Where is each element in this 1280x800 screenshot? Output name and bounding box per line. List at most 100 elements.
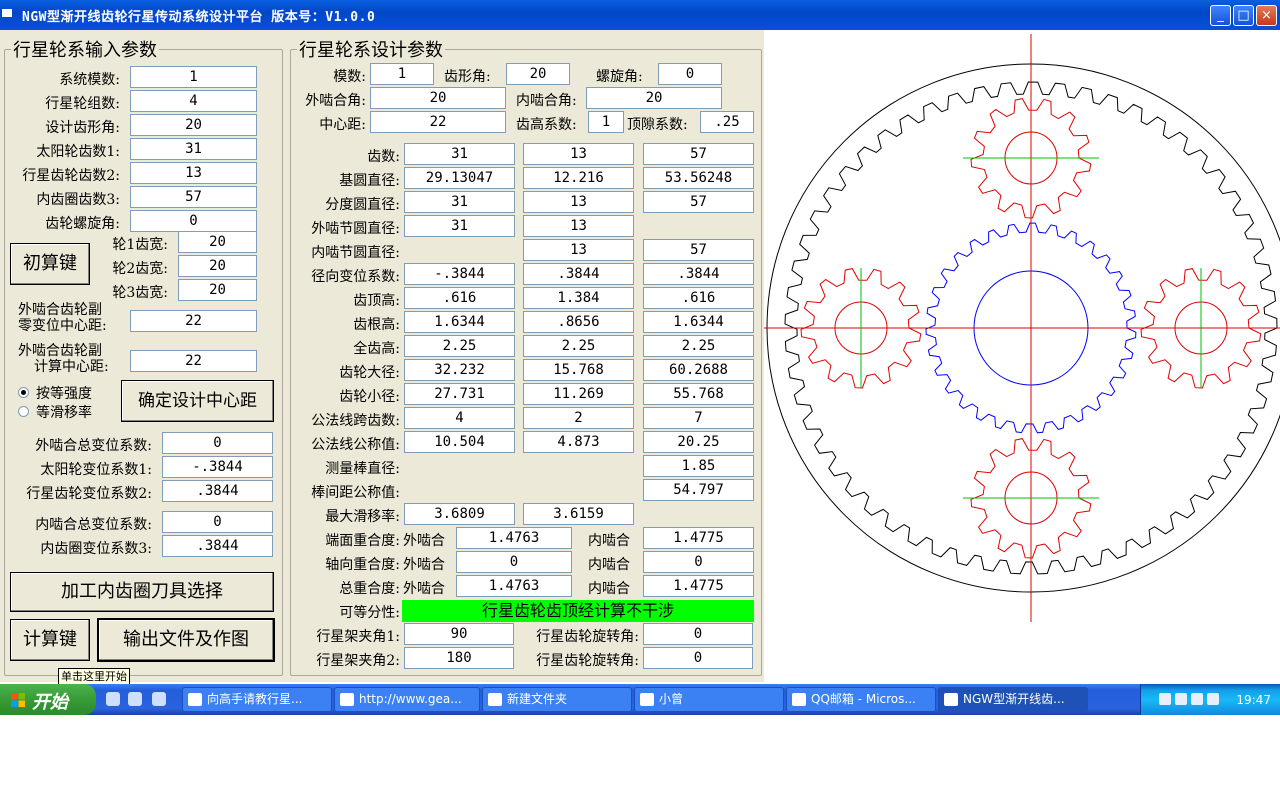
- input-field[interactable]: 13: [130, 162, 257, 184]
- shift-coef-field[interactable]: .3844: [162, 480, 273, 502]
- taskbar-item[interactable]: 新建文件夹: [482, 687, 632, 712]
- input-field[interactable]: 1: [130, 66, 257, 88]
- design-cell[interactable]: 3.6159: [523, 503, 634, 525]
- design-cell[interactable]: 12.216: [523, 167, 634, 189]
- input-field[interactable]: 4: [130, 90, 257, 112]
- design-cell[interactable]: 1.6344: [404, 311, 515, 333]
- taskbar-item[interactable]: 向高手请教行星...: [182, 687, 332, 712]
- design-cell[interactable]: 32.232: [404, 359, 515, 381]
- ext-mesh-angle-field[interactable]: 20: [370, 87, 506, 109]
- close-button[interactable]: ×: [1256, 5, 1277, 26]
- addendum-coef-field[interactable]: 1: [588, 111, 624, 133]
- input-field[interactable]: 57: [130, 186, 257, 208]
- overlap-ext-field[interactable]: 1.4763: [456, 575, 572, 597]
- design-cell[interactable]: 13: [523, 215, 634, 237]
- clearance-coef-field[interactable]: .25: [700, 111, 754, 133]
- confirm-center-button[interactable]: 确定设计中心距: [121, 380, 274, 422]
- design-cell[interactable]: .3844: [643, 263, 754, 285]
- input-field[interactable]: 0: [130, 210, 257, 232]
- design-cell[interactable]: 13: [523, 191, 634, 213]
- design-cell[interactable]: 13: [523, 239, 634, 261]
- planet-rotation2-field[interactable]: 0: [643, 647, 753, 669]
- design-cell[interactable]: .616: [404, 287, 515, 309]
- input-field[interactable]: 20: [130, 114, 257, 136]
- int-mesh-angle-field[interactable]: 20: [586, 87, 722, 109]
- design-cell[interactable]: 54.797: [643, 479, 754, 501]
- shift-coef-field[interactable]: -.3844: [162, 456, 273, 478]
- pressure-angle-field[interactable]: 20: [506, 63, 570, 85]
- inner-shift-field[interactable]: .3844: [162, 535, 273, 557]
- overlap-int-field[interactable]: 0: [643, 551, 754, 573]
- helix-angle-field[interactable]: 0: [658, 63, 722, 85]
- face-width-field[interactable]: 20: [178, 279, 257, 301]
- center-distance-field[interactable]: 22: [370, 111, 506, 133]
- design-cell[interactable]: 13: [523, 143, 634, 165]
- overlap-int-field[interactable]: 1.4775: [643, 527, 754, 549]
- design-cell[interactable]: .3844: [523, 263, 634, 285]
- design-cell[interactable]: 2.25: [404, 335, 515, 357]
- overlap-ext-field[interactable]: 0: [456, 551, 572, 573]
- design-cell[interactable]: .8656: [523, 311, 634, 333]
- design-cell[interactable]: 31: [404, 215, 515, 237]
- carrier-angle2-field[interactable]: 180: [404, 647, 514, 669]
- design-cell[interactable]: 7: [643, 407, 754, 429]
- minimize-button[interactable]: _: [1210, 5, 1231, 26]
- design-cell[interactable]: 55.768: [643, 383, 754, 405]
- radio-equal-strength[interactable]: [18, 387, 29, 398]
- design-cell[interactable]: 57: [643, 143, 754, 165]
- quicklaunch-icon-1[interactable]: [106, 692, 120, 706]
- calc-button[interactable]: 计算键: [10, 619, 90, 661]
- design-cell[interactable]: 2: [523, 407, 634, 429]
- radio-equal-slip[interactable]: [18, 406, 29, 417]
- design-cell[interactable]: .616: [643, 287, 754, 309]
- zero-center-field[interactable]: 22: [130, 310, 257, 332]
- design-cell[interactable]: 60.2688: [643, 359, 754, 381]
- design-cell[interactable]: 2.25: [643, 335, 754, 357]
- overlap-ext-field[interactable]: 1.4763: [456, 527, 572, 549]
- design-cell[interactable]: 53.56248: [643, 167, 754, 189]
- face-width-field[interactable]: 20: [178, 255, 257, 277]
- design-cell[interactable]: 2.25: [523, 335, 634, 357]
- design-cell[interactable]: 15.768: [523, 359, 634, 381]
- design-cell[interactable]: 11.269: [523, 383, 634, 405]
- input-field[interactable]: 31: [130, 138, 257, 160]
- taskbar-item[interactable]: 小曾: [634, 687, 784, 712]
- inner-shift-field[interactable]: 0: [162, 511, 273, 533]
- tray-network-icon[interactable]: [1207, 693, 1219, 705]
- design-cell[interactable]: 27.731: [404, 383, 515, 405]
- quicklaunch-icon-3[interactable]: [152, 692, 166, 706]
- start-button[interactable]: 开始: [0, 684, 96, 715]
- design-cell[interactable]: 31: [404, 191, 515, 213]
- design-cell[interactable]: 1.85: [643, 455, 754, 477]
- carrier-angle1-field[interactable]: 90: [404, 623, 514, 645]
- face-width-field[interactable]: 20: [178, 231, 257, 253]
- quicklaunch-icon-2[interactable]: [128, 692, 142, 706]
- design-cell[interactable]: 3.6809: [404, 503, 515, 525]
- design-cell[interactable]: 4.873: [523, 431, 634, 453]
- design-cell[interactable]: 57: [643, 191, 754, 213]
- design-cell[interactable]: 1.384: [523, 287, 634, 309]
- design-cell[interactable]: 4: [404, 407, 515, 429]
- maximize-button[interactable]: □: [1233, 5, 1254, 26]
- design-cell[interactable]: 20.25: [643, 431, 754, 453]
- init-calc-button[interactable]: 初算键: [10, 243, 90, 285]
- taskbar-item[interactable]: NGW型渐开线齿...: [938, 687, 1088, 712]
- shift-coef-field[interactable]: 0: [162, 432, 273, 454]
- design-cell[interactable]: -.3844: [404, 263, 515, 285]
- overlap-int-field[interactable]: 1.4775: [643, 575, 754, 597]
- cutter-select-button[interactable]: 加工内齿圈刀具选择: [10, 572, 274, 612]
- design-cell[interactable]: 29.13047: [404, 167, 515, 189]
- taskbar-item[interactable]: QQ邮箱 - Micros...: [786, 687, 936, 712]
- title-bar[interactable]: NGW型渐开线齿轮行星传动系统设计平台 版本号：V1.0.0 _ □ ×: [0, 0, 1280, 30]
- output-plot-button[interactable]: 输出文件及作图: [98, 619, 274, 661]
- tray-icon-3[interactable]: [1191, 693, 1203, 705]
- calc-center-field[interactable]: 22: [130, 350, 257, 372]
- module-field[interactable]: 1: [370, 63, 434, 85]
- design-cell[interactable]: 10.504: [404, 431, 515, 453]
- tray-qq-icon[interactable]: [1159, 693, 1171, 705]
- design-cell[interactable]: 31: [404, 143, 515, 165]
- tray-icon-2[interactable]: [1175, 693, 1187, 705]
- design-cell[interactable]: 1.6344: [643, 311, 754, 333]
- planet-rotation1-field[interactable]: 0: [643, 623, 753, 645]
- taskbar-item[interactable]: http://www.gea...: [334, 687, 480, 712]
